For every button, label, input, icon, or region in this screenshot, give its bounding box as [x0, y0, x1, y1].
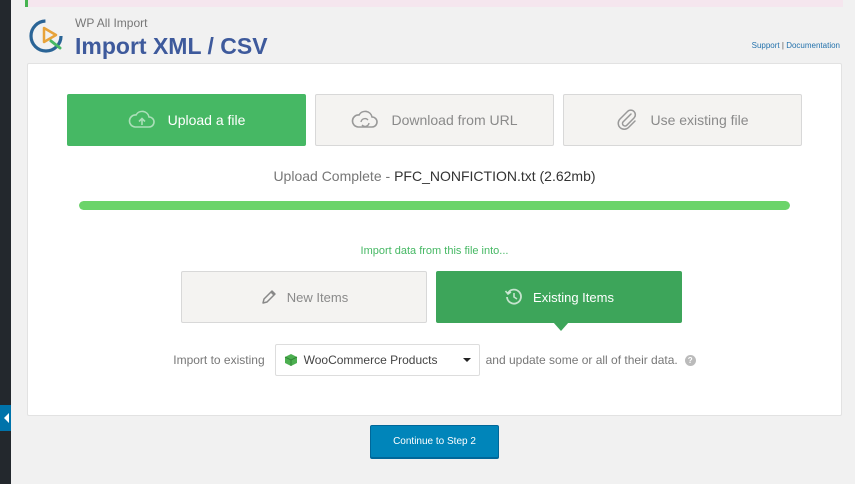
tab-upload-file[interactable]: Upload a file [67, 94, 306, 146]
chevron-down-icon [462, 358, 471, 362]
brand-name: WP All Import [75, 16, 148, 30]
support-link[interactable]: Support [752, 41, 780, 50]
tab-existing-label: Use existing file [650, 112, 749, 128]
tab-download-url[interactable]: Download from URL [315, 94, 554, 146]
page-title: Import XML / CSV [75, 33, 268, 59]
upload-progress-bar [79, 201, 790, 210]
plugin-header: WP All Import Import XML / CSV [26, 15, 268, 60]
upload-status: Upload Complete - PFC_NONFICTION.txt (2.… [28, 168, 841, 184]
history-icon [504, 288, 522, 305]
new-items-button[interactable]: New Items [181, 271, 427, 323]
existing-items-label: Existing Items [533, 289, 614, 305]
documentation-link[interactable]: Documentation [786, 41, 840, 50]
uploaded-filename: PFC_NONFICTION.txt [394, 168, 536, 184]
post-type-select[interactable]: WooCommerce Products [274, 344, 480, 376]
import-target-suffix: and update some or all of their data. [485, 353, 678, 367]
tab-url-label: Download from URL [391, 112, 518, 128]
import-target-row: Import to existing WooCommerce Products … [28, 344, 841, 376]
post-type-selected: WooCommerce Products [303, 353, 438, 367]
uploaded-filesize: (2.62mb) [539, 168, 596, 184]
upload-status-prefix: Upload Complete [273, 168, 382, 184]
import-prompt: Import data from this file into... [360, 245, 509, 257]
help-links: Support | Documentation [752, 41, 840, 50]
wp-all-import-logo-icon [29, 19, 63, 53]
help-question-icon[interactable]: ? [684, 354, 696, 366]
new-items-label: New Items [286, 289, 349, 305]
tab-existing-file[interactable]: Use existing file [563, 94, 802, 146]
existing-items-button[interactable]: Existing Items [436, 271, 682, 331]
admin-notice [25, 0, 843, 7]
continue-button[interactable]: Continue to Step 2 [370, 425, 499, 458]
upload-cloud-icon [128, 110, 155, 128]
woocommerce-cube-icon [284, 354, 297, 366]
import-target-prefix: Import to existing [173, 353, 265, 367]
upload-progress-fill [79, 201, 790, 210]
pencil-icon [262, 290, 276, 304]
upload-status-separator: - [381, 168, 395, 184]
tab-upload-label: Upload a file [167, 112, 246, 128]
cloud-download-icon [352, 110, 379, 128]
paperclip-icon [618, 109, 637, 130]
collapse-menu-icon[interactable] [0, 405, 11, 431]
import-panel: Upload a file Download from URL Use exis… [27, 63, 842, 416]
